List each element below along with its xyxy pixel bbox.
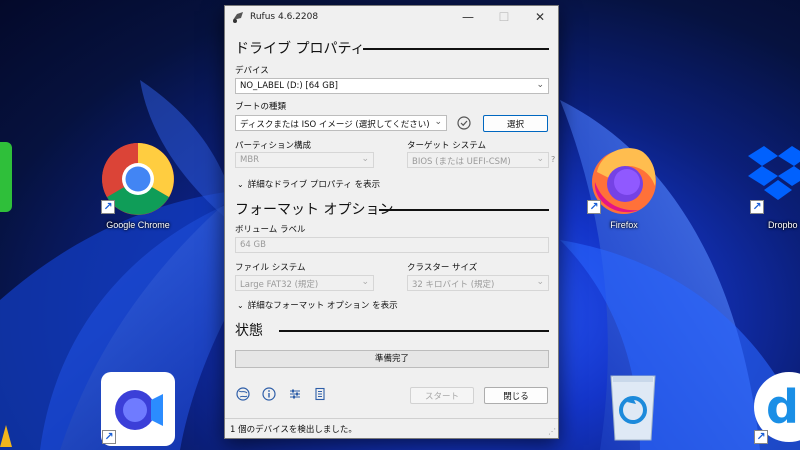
recycle-bin-icon: [610, 375, 656, 441]
desktop-icon-label: Dropbo: [768, 220, 798, 230]
advanced-format-label: 詳細なフォーマット オプション を表示: [247, 301, 398, 311]
rufus-app-icon: [233, 12, 243, 23]
maximize-icon: ☐: [498, 10, 510, 24]
chevron-down-icon: ⌄: [361, 154, 369, 164]
desktop-icon-recycle-bin[interactable]: [588, 372, 678, 442]
file-system-value: Large FAT32 (規定): [240, 280, 319, 290]
desktop-icon-label: Google Chrome: [106, 220, 170, 230]
log-document-icon[interactable]: [313, 387, 327, 401]
cluster-size-select[interactable]: 32 キロバイト (規定) ⌄: [407, 275, 549, 291]
target-system-select[interactable]: BIOS (または UEFI-CSM) ⌄: [407, 152, 549, 168]
advanced-drive-toggle[interactable]: ⌄ 詳細なドライブ プロパティ を表示: [237, 178, 381, 191]
close-icon: ✕: [534, 10, 546, 24]
section-title: ドライブ プロパティ: [235, 41, 365, 57]
window-title: Rufus 4.6.2208: [250, 12, 319, 22]
cluster-size-label: クラスター サイズ: [407, 263, 478, 273]
advanced-format-toggle[interactable]: ⌄ 詳細なフォーマット オプション を表示: [237, 299, 398, 312]
help-question-mark[interactable]: ?: [551, 155, 555, 164]
minimize-icon: —: [462, 10, 474, 24]
shortcut-arrow-icon: ↗: [101, 200, 115, 214]
green-app-icon[interactable]: [0, 142, 12, 212]
chevron-down-icon: ⌄: [536, 80, 544, 90]
target-system-value: BIOS (または UEFI-CSM): [412, 157, 511, 167]
section-title: フォーマット オプション: [235, 202, 394, 218]
chevron-down-icon: ⌄: [237, 179, 244, 189]
section-divider: [363, 42, 549, 54]
settings-sliders-icon[interactable]: [288, 387, 302, 401]
desktop-icon-video-app[interactable]: ↗: [98, 372, 178, 446]
device-label: デバイス: [235, 66, 269, 76]
select-button[interactable]: 選択: [483, 115, 548, 132]
status-heading: 状態: [235, 320, 263, 340]
desktop-icon-dropbox[interactable]: ↗ Dropbo: [740, 142, 800, 230]
shortcut-arrow-icon: ↗: [587, 200, 601, 214]
rufus-window: Rufus 4.6.2208 — ☐ ✕ ドライブ プロパティ デバイス NO_…: [224, 5, 559, 439]
target-system-label: ターゲット システム: [407, 141, 486, 151]
chevron-down-icon: ⌄: [361, 277, 369, 287]
device-select[interactable]: NO_LABEL (D:) [64 GB] ⌄: [235, 78, 549, 94]
boot-type-select[interactable]: ディスクまたは ISO イメージ (選択してください) ⌄: [235, 115, 447, 131]
maximize-button[interactable]: ☐: [486, 6, 522, 28]
format-options-heading: フォーマット オプション: [235, 199, 393, 219]
file-system-label: ファイル システム: [235, 263, 306, 273]
resize-grip-icon[interactable]: ⋰: [548, 427, 556, 436]
chevron-down-icon: ⌄: [536, 277, 544, 287]
volume-label-label: ボリューム ラベル: [235, 225, 306, 235]
volume-label-input[interactable]: 64 GB: [235, 237, 549, 253]
chevron-down-icon: ⌄: [536, 154, 544, 164]
section-title: 状態: [235, 323, 263, 339]
status-progress-bar: 準備完了: [235, 350, 549, 368]
close-button[interactable]: 閉じる: [484, 387, 548, 404]
desktop-icon-d-app[interactable]: d ↗: [750, 372, 800, 444]
device-value: NO_LABEL (D:) [64 GB]: [240, 81, 338, 91]
minimize-button[interactable]: —: [450, 6, 486, 28]
desktop-icon-firefox[interactable]: ↗ Firefox: [579, 142, 669, 230]
start-button[interactable]: スタート: [410, 387, 474, 404]
desktop-icon-chrome[interactable]: ↗ Google Chrome: [93, 142, 183, 230]
cluster-size-value: 32 キロバイト (規定): [412, 280, 495, 290]
volume-label-value: 64 GB: [240, 240, 266, 250]
file-system-select[interactable]: Large FAT32 (規定) ⌄: [235, 275, 374, 291]
check-circle-icon[interactable]: [457, 116, 471, 130]
boot-type-label: ブートの種類: [235, 102, 287, 112]
language-globe-icon[interactable]: [236, 387, 250, 401]
status-text: 1 個のデバイスを検出しました。: [230, 425, 357, 435]
partition-scheme-value: MBR: [240, 155, 260, 165]
shortcut-arrow-icon: ↗: [750, 200, 764, 214]
advanced-drive-label: 詳細なドライブ プロパティ を表示: [247, 180, 381, 190]
section-divider: [279, 324, 549, 336]
shortcut-arrow-icon: ↗: [754, 430, 768, 444]
drive-properties-heading: ドライブ プロパティ: [235, 38, 365, 58]
shortcut-arrow-icon: ↗: [102, 430, 116, 444]
section-divider: [379, 203, 549, 215]
status-bar: 1 個のデバイスを検出しました。 ⋰: [225, 418, 558, 438]
warning-partial-icon: [0, 425, 12, 447]
chevron-down-icon: ⌄: [434, 117, 442, 127]
partition-scheme-select[interactable]: MBR ⌄: [235, 152, 374, 168]
info-icon[interactable]: [262, 387, 276, 401]
partition-scheme-label: パーティション構成: [235, 141, 311, 151]
boot-type-value: ディスクまたは ISO イメージ (選択してください): [240, 120, 430, 130]
chevron-down-icon: ⌄: [237, 300, 244, 310]
title-bar[interactable]: Rufus 4.6.2208 — ☐ ✕: [225, 6, 558, 28]
desktop-icon-label: Firefox: [610, 220, 638, 230]
close-window-button[interactable]: ✕: [522, 6, 558, 28]
